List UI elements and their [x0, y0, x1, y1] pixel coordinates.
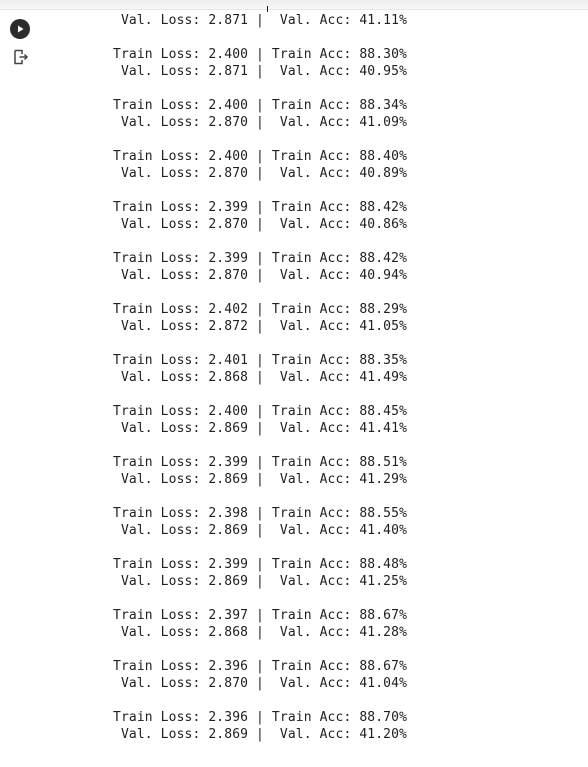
output-blank-line [113, 182, 583, 199]
output-blank-line [113, 539, 583, 556]
output-line-train: Train Loss: 2.399 | Train Acc: 88.42% [113, 251, 408, 266]
output-line-train: Train Loss: 2.399 | Train Acc: 88.42% [113, 200, 408, 215]
output-line-train: Train Loss: 2.401 | Train Acc: 88.35% [113, 353, 408, 368]
output-line-val: Val. Loss: 2.869 | Val. Acc: 41.25% [113, 574, 408, 589]
output-line-val: Val. Loss: 2.872 | Val. Acc: 41.05% [113, 319, 408, 334]
output-line-train: Train Loss: 2.396 | Train Acc: 88.70% [113, 710, 408, 725]
play-circle-icon [18, 25, 24, 33]
output-blank-line [113, 284, 583, 301]
output-blank-line [113, 692, 583, 709]
output-line-train: Train Loss: 2.399 | Train Acc: 88.51% [113, 455, 408, 470]
cell-output: Val. Loss: 2.871 | Val. Acc: 41.11% Trai… [113, 12, 583, 743]
output-line-val: Val. Loss: 2.870 | Val. Acc: 40.94% [113, 268, 408, 283]
output-line-val: Val. Loss: 2.869 | Val. Acc: 41.40% [113, 523, 408, 538]
output-line-val: Val. Loss: 2.871 | Val. Acc: 41.11% [113, 13, 408, 28]
epoch-log-list: Train Loss: 2.400 | Train Acc: 88.30% Va… [113, 29, 583, 743]
output-line-train: Train Loss: 2.396 | Train Acc: 88.67% [113, 659, 408, 674]
output-line-train: Train Loss: 2.399 | Train Acc: 88.48% [113, 557, 408, 572]
output-blank-line [113, 131, 583, 148]
run-cell-button[interactable] [10, 19, 30, 39]
output-blank-line [113, 29, 583, 46]
output-line-val: Val. Loss: 2.868 | Val. Acc: 41.49% [113, 370, 408, 385]
output-line-train: Train Loss: 2.400 | Train Acc: 88.45% [113, 404, 408, 419]
output-blank-line [113, 233, 583, 250]
output-line-val: Val. Loss: 2.870 | Val. Acc: 40.86% [113, 217, 408, 232]
output-line-train: Train Loss: 2.402 | Train Acc: 88.29% [113, 302, 408, 317]
output-line-val: Val. Loss: 2.869 | Val. Acc: 41.29% [113, 472, 408, 487]
output-line-train: Train Loss: 2.400 | Train Acc: 88.40% [113, 149, 408, 164]
output-line-val: Val. Loss: 2.871 | Val. Acc: 40.95% [113, 64, 408, 79]
output-line-val: Val. Loss: 2.870 | Val. Acc: 41.09% [113, 115, 408, 130]
output-blank-line [113, 335, 583, 352]
output-line-val: Val. Loss: 2.870 | Val. Acc: 41.04% [113, 676, 408, 691]
output-line-train: Train Loss: 2.400 | Train Acc: 88.30% [113, 47, 408, 62]
output-line-train: Train Loss: 2.398 | Train Acc: 88.55% [113, 506, 408, 521]
output-blank-line [113, 80, 583, 97]
output-blank-line [113, 386, 583, 403]
cell-top-border [0, 0, 588, 10]
output-blank-line [113, 488, 583, 505]
output-line-train: Train Loss: 2.400 | Train Acc: 88.34% [113, 98, 408, 113]
output-line-train: Train Loss: 2.397 | Train Acc: 88.67% [113, 608, 408, 623]
output-blank-line [113, 641, 583, 658]
clear-output-icon[interactable] [12, 48, 30, 66]
output-line-val: Val. Loss: 2.868 | Val. Acc: 41.28% [113, 625, 408, 640]
output-line-val: Val. Loss: 2.869 | Val. Acc: 41.41% [113, 421, 408, 436]
output-blank-line [113, 437, 583, 454]
output-line-val: Val. Loss: 2.870 | Val. Acc: 40.89% [113, 166, 408, 181]
output-line-val: Val. Loss: 2.869 | Val. Acc: 41.20% [113, 727, 408, 742]
output-blank-line [113, 590, 583, 607]
